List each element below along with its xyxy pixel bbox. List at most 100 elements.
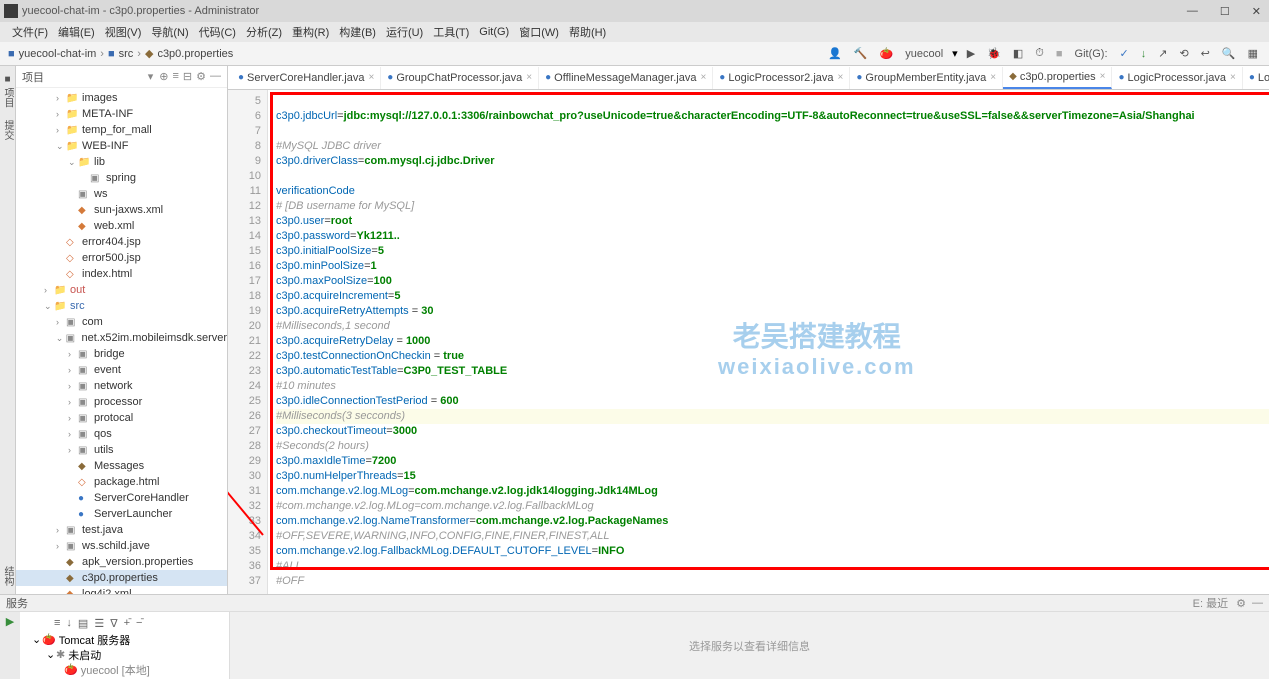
- tree-item[interactable]: ›📁images: [16, 90, 227, 106]
- tree-item[interactable]: ›▣ws.schild.jave: [16, 538, 227, 554]
- services-tool-icon[interactable]: ▤: [78, 617, 88, 630]
- tree-item[interactable]: ▣ws: [16, 186, 227, 202]
- select-opened-icon[interactable]: ⊕: [159, 70, 168, 83]
- close-button[interactable]: ✕: [1248, 5, 1265, 18]
- tree-item[interactable]: ◆sun-jaxws.xml: [16, 202, 227, 218]
- tree-item[interactable]: ›▣bridge: [16, 346, 227, 362]
- runconfig-icon[interactable]: 🍅: [877, 47, 897, 60]
- tree-item[interactable]: ●ServerCoreHandler: [16, 490, 227, 506]
- tree-item[interactable]: ›📁out: [16, 282, 227, 298]
- menu-item[interactable]: 帮助(H): [565, 24, 610, 40]
- project-tool-button[interactable]: ■ 项目: [0, 74, 15, 108]
- git-commit-button[interactable]: ↓: [1138, 48, 1150, 60]
- breadcrumb[interactable]: ■ yuecool-chat-im › ■ src › ◆ c3p0.prope…: [8, 47, 233, 60]
- menu-item[interactable]: 导航(N): [147, 24, 192, 40]
- menu-item[interactable]: 窗口(W): [515, 24, 563, 40]
- tree-item[interactable]: ◆apk_version.properties: [16, 554, 227, 570]
- menu-item[interactable]: 编辑(E): [54, 24, 99, 40]
- tree-item[interactable]: ◆web.xml: [16, 218, 227, 234]
- services-tool-icon[interactable]: ∇: [110, 617, 117, 630]
- editor-tab[interactable]: ●OfflineMessageManager.java×: [539, 67, 713, 89]
- settings-gear-icon[interactable]: ⚙: [196, 70, 206, 83]
- editor-tab[interactable]: ●GroupChatProcessor.java×: [381, 67, 539, 89]
- menu-item[interactable]: Git(G): [475, 26, 513, 38]
- run-config[interactable]: yuecool: [902, 48, 946, 60]
- project-view-selector[interactable]: ▾: [148, 70, 154, 83]
- tree-item[interactable]: ◆Messages: [16, 458, 227, 474]
- commit-tool-button[interactable]: 提交: [0, 120, 15, 140]
- tree-item[interactable]: ⌄📁lib: [16, 154, 227, 170]
- services-tool-icon[interactable]: ↓: [66, 617, 72, 629]
- menu-item[interactable]: 分析(Z): [242, 24, 286, 40]
- code-content[interactable]: c3p0.jdbcUrl=jdbc:mysql://127.0.0.1:3306…: [268, 90, 1269, 594]
- editor-tab[interactable]: ●LogicProcessor.java×: [1112, 67, 1242, 89]
- breadcrumb-root[interactable]: yuecool-chat-im: [19, 48, 97, 60]
- search-icon[interactable]: 🔍: [1219, 47, 1239, 60]
- services-run-button[interactable]: ▶: [6, 615, 14, 628]
- editor-tab[interactable]: ◆c3p0.properties×: [1003, 67, 1112, 89]
- services-tree[interactable]: ≡↓▤☰∇+̄−̄ ⌄🍅Tomcat 服务器 ⌄✱未启动 🍅yuecool [本…: [20, 612, 230, 679]
- menu-item[interactable]: 视图(V): [101, 24, 146, 40]
- menu-item[interactable]: 运行(U): [382, 24, 427, 40]
- editor-tab[interactable]: ●LocalSendHelper.java×: [1243, 67, 1269, 89]
- menu-item[interactable]: 工具(T): [429, 24, 473, 40]
- services-recent[interactable]: E: 最近: [1193, 595, 1228, 611]
- collapse-all-icon[interactable]: ⊟: [183, 70, 192, 83]
- services-leaf[interactable]: yuecool [本地]: [81, 662, 150, 678]
- editor-tab[interactable]: ●ServerCoreHandler.java×: [232, 67, 381, 89]
- services-tool-icon[interactable]: ≡: [54, 617, 60, 629]
- maximize-button[interactable]: ☐: [1216, 5, 1234, 18]
- tree-item[interactable]: ›▣processor: [16, 394, 227, 410]
- tree-item[interactable]: ›📁META-INF: [16, 106, 227, 122]
- services-settings-icon[interactable]: ⚙: [1236, 597, 1246, 610]
- tree-item[interactable]: ◇package.html: [16, 474, 227, 490]
- tree-item[interactable]: ◆c3p0.properties: [16, 570, 227, 586]
- menu-item[interactable]: 构建(B): [335, 24, 380, 40]
- profile-button[interactable]: ⏱: [1032, 47, 1047, 60]
- git-push-button[interactable]: ↗: [1155, 47, 1170, 60]
- hide-panel-icon[interactable]: —: [210, 70, 221, 83]
- editor[interactable]: 5678910111213141516171819202122232425262…: [228, 90, 1269, 594]
- tree-item[interactable]: ◇error404.jsp: [16, 234, 227, 250]
- expand-all-icon[interactable]: ≡: [172, 70, 178, 83]
- structure-tool-button[interactable]: 结构: [0, 566, 15, 586]
- stop-button[interactable]: ■: [1053, 48, 1066, 60]
- tree-item[interactable]: ›▣event: [16, 362, 227, 378]
- menu-item[interactable]: 文件(F): [8, 24, 52, 40]
- tree-item[interactable]: ◇error500.jsp: [16, 250, 227, 266]
- debug-button[interactable]: 🐞: [984, 47, 1004, 60]
- tree-item[interactable]: ⌄▣net.x52im.mobileimsdk.server: [16, 330, 227, 346]
- minimize-button[interactable]: —: [1183, 5, 1202, 18]
- breadcrumb-src[interactable]: src: [119, 48, 134, 60]
- coverage-button[interactable]: ◧: [1010, 47, 1026, 60]
- build-button[interactable]: 🔨: [851, 47, 871, 60]
- run-button[interactable]: ▶: [964, 47, 978, 60]
- user-icon[interactable]: 👤: [825, 47, 845, 60]
- tree-item[interactable]: ›▣qos: [16, 426, 227, 442]
- tree-item[interactable]: ●ServerLauncher: [16, 506, 227, 522]
- tree-item[interactable]: ›▣protocal: [16, 410, 227, 426]
- services-hide-icon[interactable]: —: [1252, 597, 1263, 609]
- tree-item[interactable]: ›▣com: [16, 314, 227, 330]
- tree-item[interactable]: ›▣utils: [16, 442, 227, 458]
- tree-item[interactable]: ◆log4j2.xml: [16, 586, 227, 594]
- tree-item[interactable]: ›📁temp_for_mall: [16, 122, 227, 138]
- tree-item[interactable]: ›▣test.java: [16, 522, 227, 538]
- tree-item[interactable]: ⌄📁src: [16, 298, 227, 314]
- menu-item[interactable]: 代码(C): [195, 24, 240, 40]
- editor-tab[interactable]: ●GroupMemberEntity.java×: [850, 67, 1003, 89]
- git-history-button[interactable]: ⟲: [1176, 47, 1191, 60]
- services-child[interactable]: 未启动: [68, 647, 101, 663]
- menu-item[interactable]: 重构(R): [288, 24, 333, 40]
- tree-item[interactable]: ▣spring: [16, 170, 227, 186]
- tree-item[interactable]: ›▣network: [16, 378, 227, 394]
- services-tool-icon[interactable]: +̄: [124, 617, 130, 629]
- git-update-button[interactable]: ✓: [1117, 47, 1132, 60]
- git-revert-button[interactable]: ↩: [1198, 47, 1213, 60]
- editor-tab[interactable]: ●LogicProcessor2.java×: [713, 67, 850, 89]
- tree-item[interactable]: ◇index.html: [16, 266, 227, 282]
- settings-icon[interactable]: ▦: [1245, 47, 1261, 60]
- breadcrumb-file[interactable]: c3p0.properties: [157, 48, 233, 60]
- services-tool-icon[interactable]: −̄: [136, 617, 142, 629]
- tree-item[interactable]: ⌄📁WEB-INF: [16, 138, 227, 154]
